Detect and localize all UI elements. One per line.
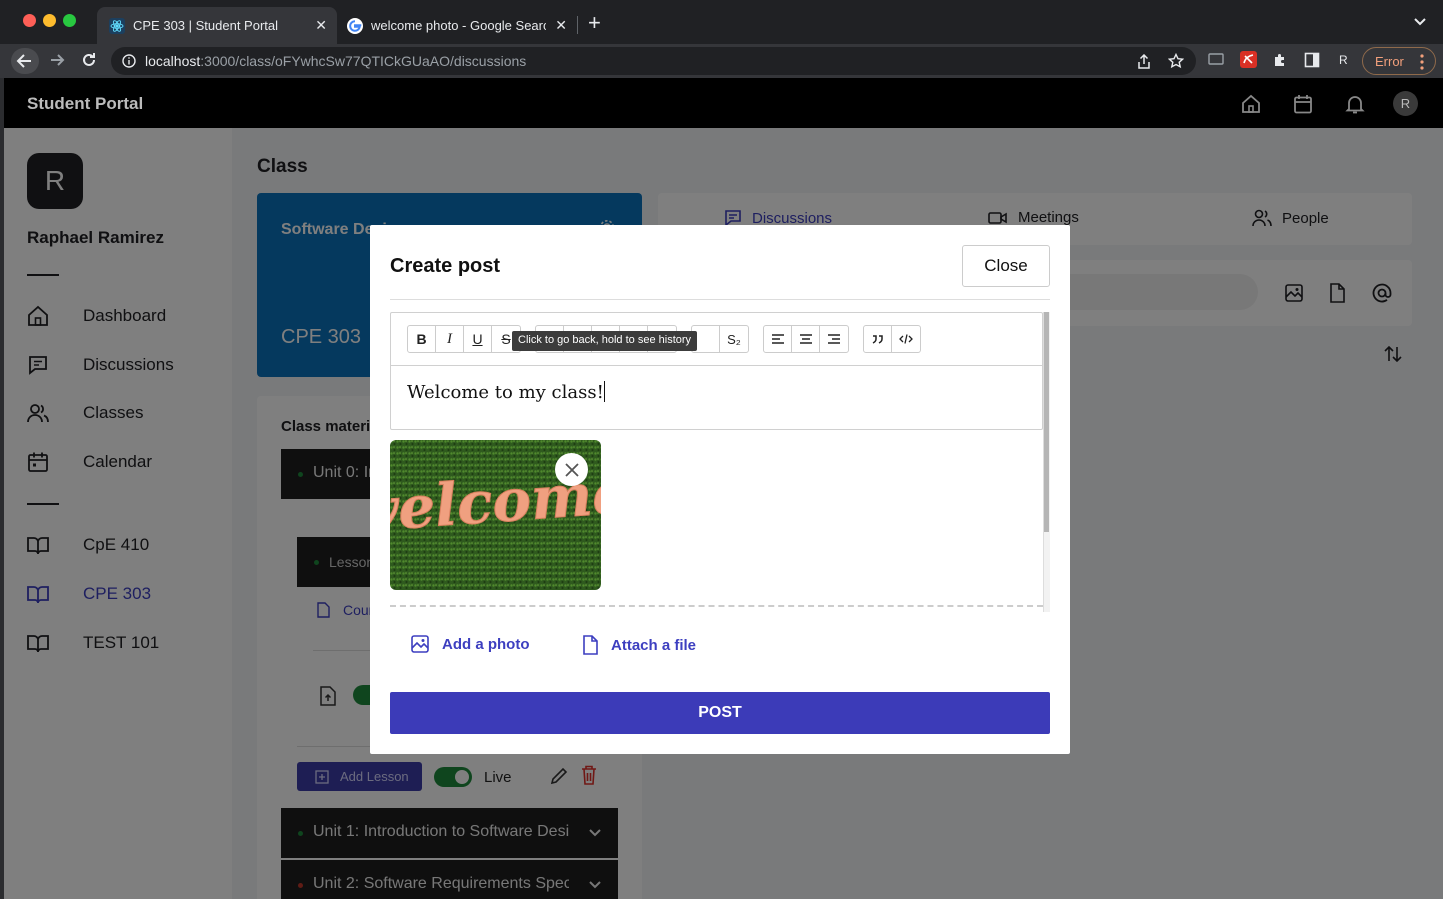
editor-content[interactable]: Welcome to my class!	[407, 381, 605, 403]
editor-toolbar: B I U S S₂ Click to go back, hold to see…	[391, 313, 1042, 366]
back-button-tooltip: Click to go back, hold to see history	[512, 331, 698, 351]
code-icon[interactable]	[892, 326, 920, 352]
add-photo-button[interactable]: Add a photo	[411, 635, 529, 653]
side-panel-icon[interactable]	[1304, 52, 1320, 68]
editor-text: Welcome to my class!	[407, 382, 604, 403]
tab-title: CPE 303 | Student Portal	[133, 18, 279, 33]
align-center-icon[interactable]	[792, 326, 820, 352]
tab-list-chevron-icon[interactable]	[1413, 17, 1427, 27]
editor-scroll-area[interactable]: B I U S S₂ Click to go back, hold to see…	[390, 312, 1050, 612]
error-label: Error	[1375, 54, 1404, 69]
browser-tab-inactive[interactable]: welcome photo - Google Search ✕	[337, 7, 577, 44]
file-icon	[582, 635, 611, 655]
more-vert-icon	[1420, 54, 1424, 70]
browser-tab-bar: CPE 303 | Student Portal ✕ welcome photo…	[0, 0, 1443, 44]
brand-name: Student Portal	[27, 94, 144, 113]
new-tab-button[interactable]: +	[588, 12, 601, 34]
divider	[390, 299, 1050, 300]
text-format-group: B I U S	[407, 325, 521, 353]
align-right-icon[interactable]	[820, 326, 848, 352]
quote-icon[interactable]	[864, 326, 892, 352]
image-icon	[411, 635, 442, 653]
close-button[interactable]: Close	[962, 245, 1050, 287]
align-left-icon[interactable]	[764, 326, 792, 352]
close-tab-icon[interactable]: ✕	[315, 18, 327, 32]
cast-icon[interactable]	[1208, 52, 1224, 66]
align-group	[763, 325, 849, 353]
script-format-group: S₂	[691, 325, 749, 353]
browser-toolbar: localhost:3000/class/oFYwhcSw77QTICkGUaA…	[0, 44, 1443, 78]
underline-button[interactable]: U	[464, 326, 492, 352]
close-icon	[564, 462, 580, 478]
error-button[interactable]: Error	[1362, 47, 1436, 75]
extensions-puzzle-icon[interactable]	[1272, 52, 1288, 68]
minimize-window-button[interactable]	[43, 14, 56, 27]
text-caret	[603, 381, 605, 402]
share-icon[interactable]	[1137, 54, 1151, 69]
calendar-icon[interactable]	[1293, 94, 1313, 114]
attach-file-label: Attach a file	[611, 636, 697, 654]
scrollbar-thumb[interactable]	[1044, 312, 1049, 532]
close-window-button[interactable]	[23, 14, 36, 27]
forward-icon[interactable]	[49, 52, 65, 68]
extension-red-icon[interactable]	[1240, 51, 1257, 68]
dropzone-border	[390, 605, 1043, 607]
rich-text-editor: B I U S S₂ Click to go back, hold to see…	[390, 312, 1043, 430]
back-button[interactable]	[11, 48, 39, 74]
address-bar[interactable]: localhost:3000/class/oFYwhcSw77QTICkGUaA…	[111, 47, 1196, 75]
google-favicon-icon	[347, 17, 363, 34]
profile-initial[interactable]: R	[1339, 53, 1348, 67]
subscript-button[interactable]: S₂	[720, 326, 748, 352]
app-header: Student Portal R	[4, 78, 1443, 128]
add-photo-label: Add a photo	[442, 635, 530, 653]
close-tab-icon[interactable]: ✕	[555, 18, 567, 32]
site-info-icon[interactable]	[122, 54, 136, 68]
attach-file-button[interactable]: Attach a file	[582, 635, 696, 655]
reload-icon[interactable]	[81, 52, 97, 68]
user-avatar[interactable]: R	[1393, 91, 1418, 116]
post-button[interactable]: POST	[390, 692, 1050, 734]
attached-photo: welcome	[390, 440, 601, 590]
url-text: localhost:3000/class/oFYwhcSw77QTICkGUaA…	[145, 53, 527, 69]
create-post-modal: Create post Close B I U S S₂ Click to go…	[370, 225, 1070, 754]
remove-photo-button[interactable]	[555, 453, 588, 486]
italic-button[interactable]: I	[436, 326, 464, 352]
browser-tab-active[interactable]: CPE 303 | Student Portal ✕	[97, 7, 337, 44]
maximize-window-button[interactable]	[63, 14, 76, 27]
block-group	[863, 325, 921, 353]
react-favicon-icon	[109, 17, 125, 34]
tab-title: welcome photo - Google Search	[371, 18, 546, 33]
home-icon[interactable]	[1241, 94, 1261, 114]
bookmark-star-icon[interactable]	[1168, 53, 1184, 69]
bold-button[interactable]: B	[408, 326, 436, 352]
bell-icon[interactable]	[1345, 94, 1365, 114]
modal-title: Create post	[390, 255, 501, 277]
